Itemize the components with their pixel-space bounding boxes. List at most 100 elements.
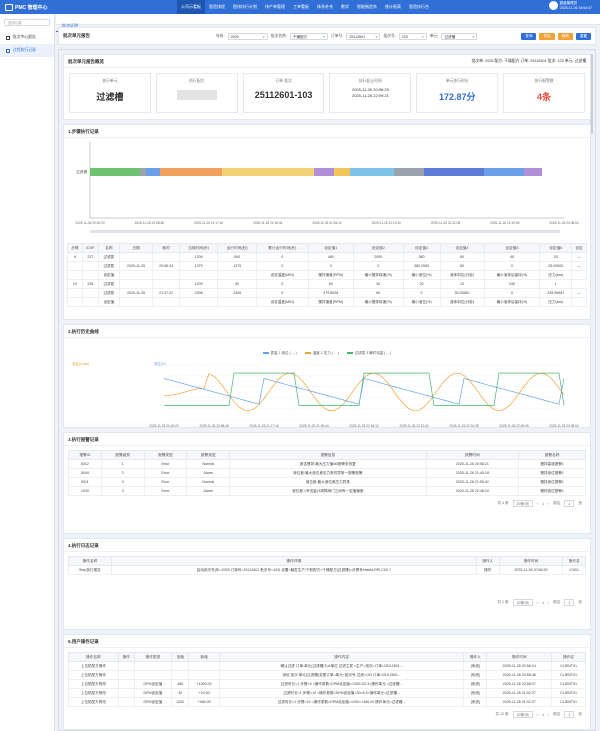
nav-item[interactable]: 统计报表	[381, 0, 405, 14]
report-scroll-area[interactable]: 批次单元报告概览 批次单: 2025 配方: 干燥配方 订单: 25112601…	[58, 49, 596, 731]
export-button[interactable]: 导出	[539, 32, 555, 40]
column-header[interactable]: 设定值4	[439, 243, 485, 253]
legend-item[interactable]: 过滤泵 3 瞬时流量 ( ... )	[346, 351, 391, 356]
table-row[interactable]: 过滤泵 2025-11-26 21:37:22 2306 2306 0 379.8028 60…	[67, 288, 587, 298]
column-header[interactable]: 新值	[188, 652, 220, 662]
column-header[interactable]: 操作名称	[68, 652, 119, 662]
column-header[interactable]: 操作时间	[498, 556, 564, 566]
nav-item[interactable]: 体系补充	[313, 0, 337, 14]
table-row[interactable]: 上位机配方操作 添加 批次:单元(过滤槽)变更订单=单元=批次号 过滤=103 订…	[68, 670, 586, 680]
prev-page-icon[interactable]: ‹	[537, 502, 538, 506]
recipe-select[interactable]: 干燥配方 ▾	[289, 32, 328, 40]
nav-item[interactable]: 数学	[337, 0, 353, 14]
goto-page-input[interactable]: 1	[564, 500, 575, 507]
refresh-button[interactable]: 刷新	[557, 32, 573, 40]
table-row[interactable]: 5012 1 Error Normal 报告搅拌:最大压力值fail报警未恢复 2025-…	[68, 459, 586, 469]
table-row[interactable]: 上位机配方操作 确认过滤 订单:单元(过滤槽)Tu4单位 过滤主泵 =生产=批次=…	[68, 661, 586, 671]
column-header[interactable]: 操作类型	[133, 652, 173, 662]
table-cell: 9	[67, 252, 83, 262]
prev-page-icon[interactable]: ‹	[537, 601, 538, 605]
column-header[interactable]: 设定值3	[402, 243, 441, 253]
page-size-select[interactable]: 20条/页	[512, 500, 533, 507]
nav-item[interactable]: 智造排程	[205, 0, 229, 14]
table-row[interactable]: 9 227 过滤泵 1209 600 0 480 2000 380 60 45 25—	[67, 252, 587, 262]
column-header[interactable]: 操作名	[551, 652, 586, 662]
column-header[interactable]: 操作名	[562, 556, 586, 566]
column-header[interactable]: 报警信息	[229, 450, 427, 460]
nav-item[interactable]: 公司示看板	[177, 0, 205, 14]
legend-item[interactable]: 质量 1 液位 ( ... )	[262, 351, 297, 356]
column-header[interactable]: 操作详情	[110, 556, 477, 566]
table-row[interactable]: 上位机配方修改 DPM设定值 30 +10.00 过滤时长=1 步骤=10 =操作参数=…	[68, 688, 586, 698]
table-row[interactable]: 5011 3 Error Normal 液位差:最大液位差压力异常 2025-11-26 …	[68, 477, 586, 487]
column-header[interactable]: 设定	[571, 243, 587, 253]
table-cell: 过滤时长=1 步骤=10 =操作参数=DPM设定值=1200=+480.00 操…	[218, 697, 465, 707]
table-row[interactable]: 设定值 设定温度(MIN) 搅拌速度(RPM) 最小搅拌转速(%) 最小液位(%) 液体料…	[67, 297, 587, 307]
table-row[interactable]: 上位机配方修改 DPM设定值 1200 +480.00 过滤时长=1 步骤=10 =操作…	[68, 697, 586, 707]
goto-page-input[interactable]: 1	[564, 711, 575, 718]
column-header[interactable]: 报警类型	[143, 450, 188, 460]
table-row[interactable]: 设定值 设定温度(MIN) 搅拌速度(RPM) 最小搅拌转速(%) 最小液位(%) 液体料…	[67, 270, 587, 280]
sidebar-item-batch-report[interactable]: 批次中心报告	[0, 31, 54, 44]
nav-item[interactable]: 智造执行合	[405, 0, 433, 14]
column-header[interactable]: 报警级别	[100, 450, 145, 460]
column-header[interactable]: 操作时间	[486, 652, 553, 662]
table-row[interactable]: 1030 3 Error Alarm 液位差:1号流量计故障阀门之间有一定值偏差 2025…	[68, 486, 586, 496]
page-number[interactable]: 1	[542, 713, 544, 717]
table-row[interactable]: 5044 3 Error Alarm 液位差:最大液位差压力条件异常一报警报警 2025-…	[68, 468, 586, 478]
user-menu[interactable]: 超级管理员 2025-11-26 15:04:07	[548, 1, 592, 10]
column-header[interactable]: 设定值2	[352, 243, 404, 253]
query-button[interactable]: 查询	[521, 32, 537, 40]
table-row[interactable]: 过滤泵 2025-11-26 20:56:34 1379 1379 0 0 0 380.2083…	[67, 261, 587, 271]
sidebar-search-input[interactable]: 搜索功能	[4, 19, 50, 26]
column-header[interactable]: 步骤	[67, 243, 83, 253]
next-page-icon[interactable]: ›	[548, 713, 549, 717]
column-header[interactable]: 设定值1	[307, 243, 354, 253]
page-number[interactable]: 1	[542, 601, 544, 605]
page-size-select[interactable]: 20条/页	[512, 711, 533, 718]
column-header[interactable]: ID/IP	[81, 243, 99, 253]
nav-item[interactable]: 工单看板	[289, 0, 313, 14]
column-header[interactable]: 操作人	[475, 556, 500, 566]
column-header[interactable]: 报警类型	[186, 450, 231, 460]
column-header[interactable]: 报警ID	[68, 450, 102, 460]
legend-item[interactable]: 溫度 2 压力 ( ... )	[304, 351, 339, 356]
goto-page-input[interactable]: 1	[564, 599, 575, 606]
column-header[interactable]: 设定值6	[539, 243, 573, 253]
column-header[interactable]: 耗时	[152, 243, 180, 253]
batch-select[interactable]: 103 ▾	[398, 32, 427, 40]
page-size-select[interactable]: 20条/页	[512, 599, 533, 606]
column-header[interactable]: 操作内容	[218, 652, 465, 662]
column-header[interactable]: 报警时间	[425, 450, 520, 460]
next-page-icon[interactable]: ›	[548, 601, 549, 605]
table-row[interactable]: Step执行报告 启动批次号(年=2025 订单号=25112601 批次号=10…	[68, 565, 586, 575]
sidebar-item-process-record[interactable]: 过程执行记录	[0, 44, 54, 57]
column-header[interactable]: 当前时间(秒)	[178, 243, 219, 253]
column-header[interactable]: 运行时间(秒)	[217, 243, 257, 253]
column-header[interactable]: 操作名称	[68, 556, 112, 566]
table-row[interactable]: 10 228 过滤泵 1209 60 0 60 30 20 10 240 1	[67, 279, 587, 289]
nav-item[interactable]: 智排执行计划	[229, 0, 261, 14]
app-logo[interactable]: PMC 管理中心	[5, 3, 175, 11]
reset-button[interactable]: 重置	[575, 32, 591, 40]
year-select[interactable]: 2025 ▾	[227, 32, 268, 40]
prev-page-icon[interactable]: ‹	[537, 713, 538, 717]
table-row[interactable]: 上位机配方修改 DPM设定值 480 +1300.00 过滤时长=1 步骤=9 =操作参…	[68, 679, 586, 689]
nav-item[interactable]: 排产单管理	[261, 0, 289, 14]
column-header[interactable]: 操作人	[463, 652, 488, 662]
chevron-down-icon: ▾	[375, 34, 378, 39]
column-header[interactable]: 操作	[117, 652, 135, 662]
nav-item[interactable]: 智能制造系	[353, 0, 381, 14]
page-number[interactable]: 1	[542, 502, 544, 506]
unit-select[interactable]: 过滤槽 ▾	[441, 32, 478, 40]
column-header[interactable]: 报警名称	[518, 450, 586, 460]
column-header[interactable]: 旧值	[171, 652, 190, 662]
table-cell: 2025-11-26	[118, 288, 154, 298]
column-header[interactable]: 名称	[97, 243, 120, 253]
column-header[interactable]: 日期	[118, 243, 154, 253]
column-header[interactable]: 设定值5	[483, 243, 541, 253]
next-page-icon[interactable]: ›	[548, 502, 549, 506]
column-header[interactable]: 累计运行时间(秒)	[256, 243, 309, 253]
table-cell: 过滤时长=1 步骤=9 =操作参数=DPM设定值=1300=20.3=操作单元 …	[218, 679, 465, 689]
order-select[interactable]: 25112601 ▾	[346, 32, 381, 40]
